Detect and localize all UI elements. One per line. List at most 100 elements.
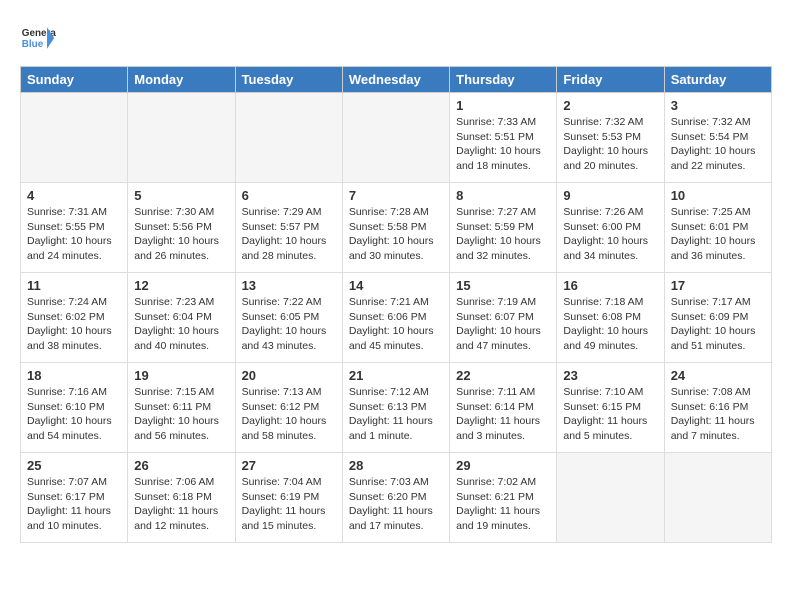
- day-cell: 16Sunrise: 7:18 AMSunset: 6:08 PMDayligh…: [557, 273, 664, 363]
- day-cell: 7 Sunrise: 7:28 AMSunset: 5:58 PMDaylight…: [342, 183, 449, 273]
- day-cell: 5 Sunrise: 7:30 AMSunset: 5:56 PMDaylight…: [128, 183, 235, 273]
- week-row-2: 4 Sunrise: 7:31 AMSunset: 5:55 PMDaylight…: [21, 183, 772, 273]
- day-number: 20: [242, 368, 336, 383]
- day-cell: 26 Sunrise: 7:06 AMSunset: 6:18 PMDayligh…: [128, 453, 235, 543]
- day-number: 18: [27, 368, 121, 383]
- day-cell: 18 Sunrise: 7:16 AMSunset: 6:10 PMDayligh…: [21, 363, 128, 453]
- day-number: 11: [27, 278, 121, 293]
- day-info: Sunrise: 7:21 AMSunset: 6:06 PMDaylight:…: [349, 295, 443, 354]
- day-info: Sunrise: 7:13 AMSunset: 6:12 PMDaylight:…: [242, 385, 336, 444]
- day-cell: 25Sunrise: 7:07 AMSunset: 6:17 PMDayligh…: [21, 453, 128, 543]
- day-number: 23: [563, 368, 657, 383]
- day-info: Sunrise: 7:19 AMSunset: 6:07 PMDaylight:…: [456, 295, 550, 354]
- day-number: 14: [349, 278, 443, 293]
- day-info: Sunrise: 7:02 AMSunset: 6:21 PMDaylight:…: [456, 475, 550, 534]
- day-number: 15: [456, 278, 550, 293]
- day-cell: 8 Sunrise: 7:27 AMSunset: 5:59 PMDaylight…: [450, 183, 557, 273]
- day-info: Sunrise: 7:04 AMSunset: 6:19 PMDaylight:…: [242, 475, 336, 534]
- day-info: Sunrise: 7:33 AMSunset: 5:51 PMDaylight:…: [456, 115, 550, 174]
- day-cell: 9 Sunrise: 7:26 AMSunset: 6:00 PMDaylight…: [557, 183, 664, 273]
- day-cell: [557, 453, 664, 543]
- day-info: Sunrise: 7:26 AMSunset: 6:00 PMDaylight:…: [563, 205, 657, 264]
- day-info: Sunrise: 7:03 AMSunset: 6:20 PMDaylight:…: [349, 475, 443, 534]
- day-cell: 29Sunrise: 7:02 AMSunset: 6:21 PMDayligh…: [450, 453, 557, 543]
- week-row-1: 1 Sunrise: 7:33 AMSunset: 5:51 PMDaylight…: [21, 93, 772, 183]
- day-number: 28: [349, 458, 443, 473]
- day-cell: 6 Sunrise: 7:29 AMSunset: 5:57 PMDaylight…: [235, 183, 342, 273]
- day-info: Sunrise: 7:07 AMSunset: 6:17 PMDaylight:…: [27, 475, 121, 534]
- day-cell: [235, 93, 342, 183]
- day-cell: 20 Sunrise: 7:13 AMSunset: 6:12 PMDayligh…: [235, 363, 342, 453]
- day-number: 1: [456, 98, 550, 113]
- col-header-monday: Monday: [128, 67, 235, 93]
- day-number: 7: [349, 188, 443, 203]
- day-cell: 22Sunrise: 7:11 AMSunset: 6:14 PMDayligh…: [450, 363, 557, 453]
- day-info: Sunrise: 7:30 AMSunset: 5:56 PMDaylight:…: [134, 205, 228, 264]
- day-info: Sunrise: 7:25 AMSunset: 6:01 PMDaylight:…: [671, 205, 765, 264]
- day-cell: 10 Sunrise: 7:25 AMSunset: 6:01 PMDayligh…: [664, 183, 771, 273]
- day-number: 5: [134, 188, 228, 203]
- col-header-friday: Friday: [557, 67, 664, 93]
- col-header-wednesday: Wednesday: [342, 67, 449, 93]
- day-info: Sunrise: 7:22 AMSunset: 6:05 PMDaylight:…: [242, 295, 336, 354]
- day-info: Sunrise: 7:12 AMSunset: 6:13 PMDaylight:…: [349, 385, 443, 444]
- day-cell: 23 Sunrise: 7:10 AMSunset: 6:15 PMDayligh…: [557, 363, 664, 453]
- day-cell: 21 Sunrise: 7:12 AMSunset: 6:13 PMDayligh…: [342, 363, 449, 453]
- day-number: 19: [134, 368, 228, 383]
- day-cell: [342, 93, 449, 183]
- day-number: 17: [671, 278, 765, 293]
- day-cell: 12 Sunrise: 7:23 AMSunset: 6:04 PMDayligh…: [128, 273, 235, 363]
- day-info: Sunrise: 7:24 AMSunset: 6:02 PMDaylight:…: [27, 295, 121, 354]
- day-number: 6: [242, 188, 336, 203]
- day-cell: 11 Sunrise: 7:24 AMSunset: 6:02 PMDayligh…: [21, 273, 128, 363]
- day-cell: 13 Sunrise: 7:22 AMSunset: 6:05 PMDayligh…: [235, 273, 342, 363]
- day-info: Sunrise: 7:31 AMSunset: 5:55 PMDaylight:…: [27, 205, 121, 264]
- day-cell: 24 Sunrise: 7:08 AMSunset: 6:16 PMDayligh…: [664, 363, 771, 453]
- day-number: 2: [563, 98, 657, 113]
- day-info: Sunrise: 7:23 AMSunset: 6:04 PMDaylight:…: [134, 295, 228, 354]
- day-number: 12: [134, 278, 228, 293]
- day-number: 26: [134, 458, 228, 473]
- day-cell: [664, 453, 771, 543]
- svg-text:Blue: Blue: [22, 39, 44, 50]
- calendar-table: SundayMondayTuesdayWednesdayThursdayFrid…: [20, 66, 772, 543]
- col-header-tuesday: Tuesday: [235, 67, 342, 93]
- day-info: Sunrise: 7:06 AMSunset: 6:18 PMDaylight:…: [134, 475, 228, 534]
- day-number: 8: [456, 188, 550, 203]
- day-number: 9: [563, 188, 657, 203]
- week-row-5: 25Sunrise: 7:07 AMSunset: 6:17 PMDayligh…: [21, 453, 772, 543]
- logo-icon: General Blue: [20, 20, 56, 56]
- day-cell: 1 Sunrise: 7:33 AMSunset: 5:51 PMDaylight…: [450, 93, 557, 183]
- day-cell: [128, 93, 235, 183]
- day-info: Sunrise: 7:10 AMSunset: 6:15 PMDaylight:…: [563, 385, 657, 444]
- day-info: Sunrise: 7:27 AMSunset: 5:59 PMDaylight:…: [456, 205, 550, 264]
- col-header-saturday: Saturday: [664, 67, 771, 93]
- day-number: 16: [563, 278, 657, 293]
- day-info: Sunrise: 7:15 AMSunset: 6:11 PMDaylight:…: [134, 385, 228, 444]
- day-number: 24: [671, 368, 765, 383]
- day-cell: 27 Sunrise: 7:04 AMSunset: 6:19 PMDayligh…: [235, 453, 342, 543]
- day-number: 10: [671, 188, 765, 203]
- day-info: Sunrise: 7:32 AMSunset: 5:54 PMDaylight:…: [671, 115, 765, 174]
- day-number: 13: [242, 278, 336, 293]
- day-cell: [21, 93, 128, 183]
- day-info: Sunrise: 7:32 AMSunset: 5:53 PMDaylight:…: [563, 115, 657, 174]
- day-number: 4: [27, 188, 121, 203]
- day-info: Sunrise: 7:29 AMSunset: 5:57 PMDaylight:…: [242, 205, 336, 264]
- day-info: Sunrise: 7:28 AMSunset: 5:58 PMDaylight:…: [349, 205, 443, 264]
- week-row-3: 11 Sunrise: 7:24 AMSunset: 6:02 PMDayligh…: [21, 273, 772, 363]
- day-cell: 19 Sunrise: 7:15 AMSunset: 6:11 PMDayligh…: [128, 363, 235, 453]
- day-cell: 28 Sunrise: 7:03 AMSunset: 6:20 PMDayligh…: [342, 453, 449, 543]
- day-number: 21: [349, 368, 443, 383]
- header-row: SundayMondayTuesdayWednesdayThursdayFrid…: [21, 67, 772, 93]
- day-info: Sunrise: 7:08 AMSunset: 6:16 PMDaylight:…: [671, 385, 765, 444]
- day-cell: 3 Sunrise: 7:32 AMSunset: 5:54 PMDaylight…: [664, 93, 771, 183]
- day-cell: 15 Sunrise: 7:19 AMSunset: 6:07 PMDayligh…: [450, 273, 557, 363]
- page-header: General Blue: [20, 20, 772, 56]
- day-cell: 2 Sunrise: 7:32 AMSunset: 5:53 PMDaylight…: [557, 93, 664, 183]
- day-number: 27: [242, 458, 336, 473]
- day-cell: 4 Sunrise: 7:31 AMSunset: 5:55 PMDaylight…: [21, 183, 128, 273]
- day-number: 3: [671, 98, 765, 113]
- day-cell: 17Sunrise: 7:17 AMSunset: 6:09 PMDayligh…: [664, 273, 771, 363]
- day-info: Sunrise: 7:16 AMSunset: 6:10 PMDaylight:…: [27, 385, 121, 444]
